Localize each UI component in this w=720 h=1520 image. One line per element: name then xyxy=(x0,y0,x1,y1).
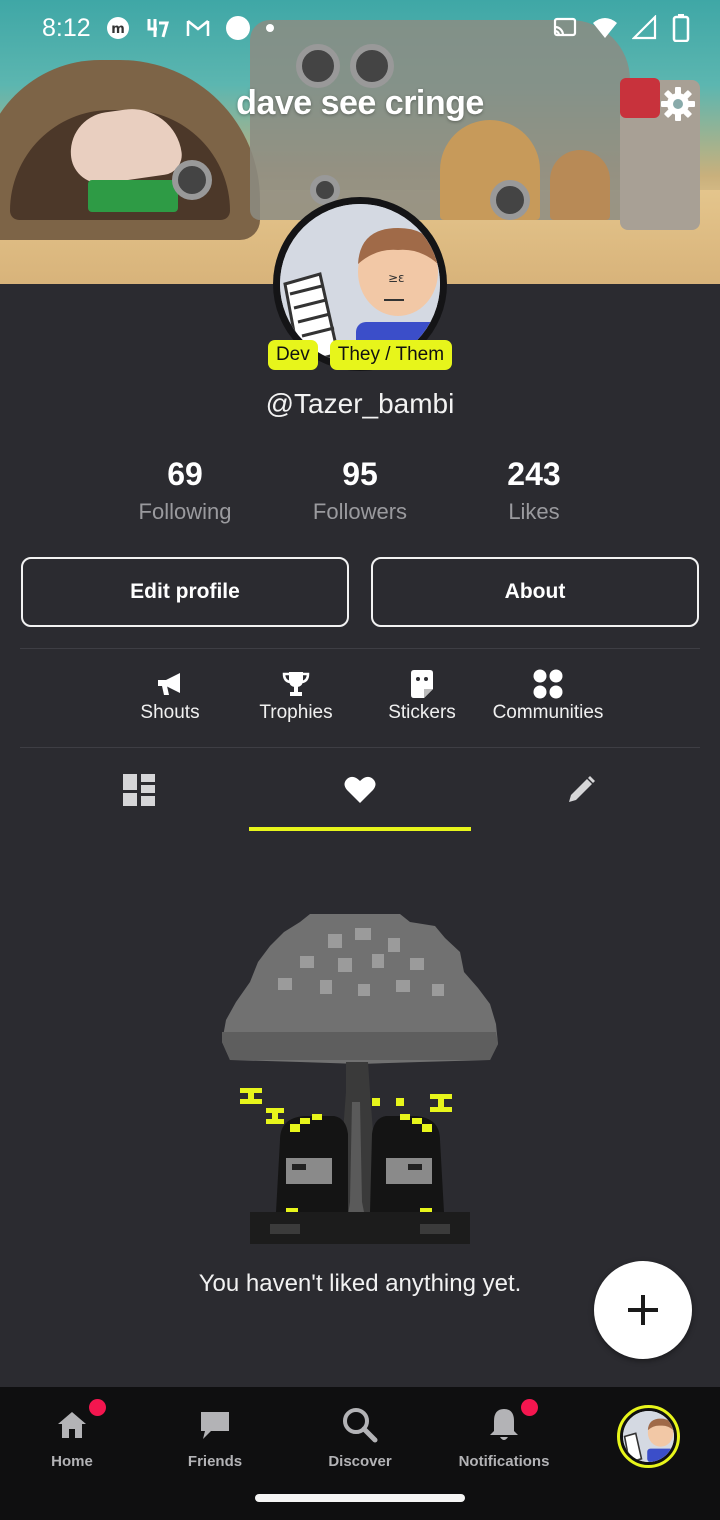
divider-top xyxy=(20,648,700,649)
profile-title: dave see cringe xyxy=(236,84,484,122)
signal-icon xyxy=(632,15,657,40)
stat-followers-label: Followers xyxy=(312,499,408,524)
tag-dev: Dev xyxy=(267,340,318,370)
tab-drafts[interactable] xyxy=(471,760,691,820)
bell-icon xyxy=(490,1409,518,1440)
nav-friends[interactable]: Friends xyxy=(143,1405,287,1470)
nav-avatar-image xyxy=(623,1411,674,1462)
tag-pronouns: They / Them xyxy=(329,340,453,370)
gmail-icon xyxy=(186,20,209,36)
stat-followers-value: 95 xyxy=(342,456,378,492)
app-notification-icon: m xyxy=(106,17,129,39)
status-time: 8:12 xyxy=(42,13,91,42)
app-notification-icon-2 xyxy=(147,19,169,38)
nav-home-label: Home xyxy=(51,1453,93,1470)
sleeping-tree-illustration xyxy=(222,914,498,1244)
pencil-icon xyxy=(569,776,595,802)
search-icon xyxy=(343,1408,378,1443)
svg-text:≥ε: ≥ε xyxy=(388,271,405,285)
settings-gear-icon[interactable] xyxy=(660,86,696,122)
communities-icon xyxy=(533,669,563,699)
edit-profile-button[interactable]: Edit profile xyxy=(21,557,349,627)
nav-notifications[interactable]: Notifications xyxy=(432,1399,576,1470)
stat-followers[interactable]: 95 Followers xyxy=(270,456,450,525)
trophy-icon xyxy=(282,672,310,696)
cast-icon xyxy=(553,17,577,37)
nav-discover-label: Discover xyxy=(328,1453,392,1470)
tab-posts[interactable] xyxy=(29,760,249,820)
stat-likes-label: Likes xyxy=(508,499,560,524)
nav-discover[interactable]: Discover xyxy=(288,1405,432,1470)
stat-following[interactable]: 69 Following xyxy=(95,456,275,525)
circle-icon xyxy=(225,16,250,40)
notifications-dot xyxy=(521,1399,538,1416)
active-tab-indicator xyxy=(249,827,471,831)
create-post-button[interactable] xyxy=(594,1261,692,1359)
status-bar: 8:12 m xyxy=(0,0,720,56)
home-notification-dot xyxy=(89,1399,106,1416)
quick-links: Shouts Trophies Stickers Communities xyxy=(0,668,720,738)
tab-likes[interactable] xyxy=(250,760,470,820)
nav-profile-avatar[interactable] xyxy=(617,1405,680,1468)
nav-notifications-label: Notifications xyxy=(458,1453,550,1470)
profile-stats: 69 Following 95 Followers 243 Likes xyxy=(0,456,720,536)
about-button[interactable]: About xyxy=(371,557,699,627)
content-tabs xyxy=(0,760,720,832)
nav-home[interactable]: Home xyxy=(0,1399,144,1470)
divider-bottom xyxy=(20,747,700,748)
chat-bubble-icon xyxy=(201,1412,229,1439)
quick-link-stickers[interactable]: Stickers xyxy=(357,668,487,724)
stat-likes-value: 243 xyxy=(507,456,561,492)
stat-following-label: Following xyxy=(138,499,232,524)
quick-link-communities-label: Communities xyxy=(492,702,604,723)
svg-text:m: m xyxy=(111,22,125,37)
quick-link-stickers-label: Stickers xyxy=(388,702,456,723)
battery-icon xyxy=(672,14,690,42)
sticker-icon xyxy=(411,670,433,698)
profile-handle: @Tazer_bambi xyxy=(265,388,455,419)
home-indicator[interactable] xyxy=(255,1494,465,1502)
grid-layout-icon xyxy=(123,774,155,806)
dot-icon xyxy=(265,24,274,32)
megaphone-icon xyxy=(158,673,180,695)
heart-icon xyxy=(344,776,376,803)
wifi-icon xyxy=(593,18,617,38)
quick-link-shouts-label: Shouts xyxy=(140,702,200,723)
profile-tags: Dev They / Them xyxy=(0,340,720,370)
quick-link-communities[interactable]: Communities xyxy=(483,668,613,724)
plus-icon xyxy=(628,1295,658,1325)
stat-likes[interactable]: 243 Likes xyxy=(444,456,624,525)
quick-link-trophies-label: Trophies xyxy=(259,702,333,723)
nav-friends-label: Friends xyxy=(187,1453,243,1470)
home-icon xyxy=(58,1412,86,1438)
quick-link-trophies[interactable]: Trophies xyxy=(231,668,361,724)
quick-link-shouts[interactable]: Shouts xyxy=(105,668,235,724)
stat-following-value: 69 xyxy=(167,456,203,492)
